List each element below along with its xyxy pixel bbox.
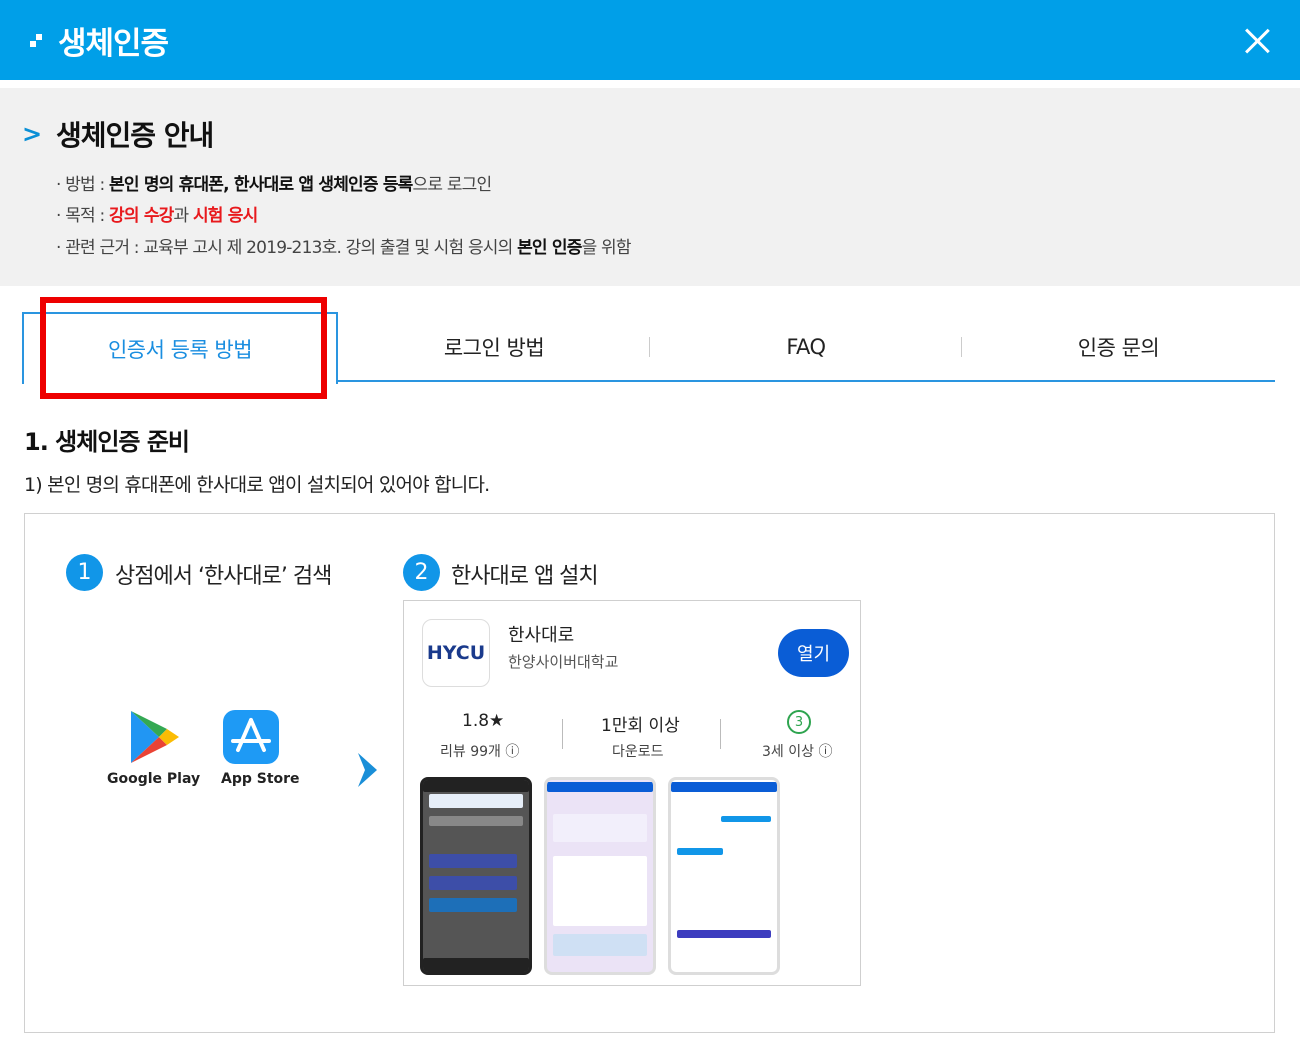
basis-suffix: 을 위함 (581, 238, 632, 258)
app-logo: HYCU (422, 619, 490, 687)
app-developer: 한양사이버대학교 (508, 653, 619, 671)
title-marker-icon (30, 34, 44, 48)
purpose-lecture: 강의 수강 (109, 206, 174, 226)
method-bold: 본인 명의 휴대폰, 한사대로 앱 생체인증 등록 (109, 175, 413, 195)
purpose-mid: 과 (173, 206, 193, 226)
basis-bold: 본인 인증 (517, 238, 582, 258)
guide-method: · 방법 : 본인 명의 휴대폰, 한사대로 앱 생체인증 등록으로 로그인 (56, 170, 493, 195)
section-title: 1. 생체인증 준비 (24, 428, 190, 456)
tab-faq[interactable]: FAQ (650, 312, 962, 382)
step-2-text: 한사대로 앱 설치 (451, 564, 599, 589)
open-button[interactable]: 열기 (778, 629, 849, 677)
app-store-card: HYCU 한사대로 한양사이버대학교 열기 1.8★ 리뷰 99개 ⓘ 1만회 … (403, 600, 861, 986)
google-play-label: Google Play (107, 771, 201, 787)
guide-purpose: · 목적 : 강의 수강과 시험 응시 (56, 201, 258, 226)
highlight-box (40, 297, 327, 399)
app-downloads: 1만회 이상 (601, 716, 680, 736)
modal-title: 생체인증 (58, 26, 169, 62)
chevron-right-icon: > (22, 120, 43, 148)
step-1-badge: 1 (66, 554, 103, 591)
guide-title: 생체인증 안내 (56, 119, 214, 152)
app-reviews: 리뷰 99개 ⓘ (440, 744, 520, 760)
guide-box: > 생체인증 안내 · 방법 : 본인 명의 휴대폰, 한사대로 앱 생체인증 … (0, 88, 1300, 286)
arrow-right-icon (358, 753, 377, 787)
stat-divider (562, 719, 563, 749)
section-subtitle: 1) 본인 명의 휴대폰에 한사대로 앱이 설치되어 있어야 합니다. (24, 474, 490, 496)
app-store-label: App Store (221, 771, 300, 787)
close-icon[interactable] (1244, 28, 1270, 54)
tab-inquiry[interactable]: 인증 문의 (962, 312, 1275, 382)
step-2-badge: 2 (403, 554, 440, 591)
app-rating: 1.8★ (462, 711, 505, 731)
method-prefix: · 방법 : (56, 175, 110, 195)
guide-basis: · 관련 근거 : 교육부 고시 제 2019-213호. 강의 출결 및 시험… (56, 233, 631, 258)
purpose-exam: 시험 응시 (192, 206, 258, 226)
app-screenshot (544, 777, 656, 975)
app-store-icon (223, 710, 279, 764)
age-rating-icon: 3 (787, 710, 811, 734)
install-guide-panel: 1 상점에서 ‘한사대로’ 검색 2 한사대로 앱 설치 Google Play… (24, 513, 1275, 1033)
stat-divider (720, 719, 721, 749)
modal-header: 생체인증 (0, 0, 1300, 80)
method-suffix: 으로 로그인 (412, 175, 493, 195)
basis-prefix: · 관련 근거 : 교육부 고시 제 2019-213호. 강의 출결 및 시험… (56, 238, 518, 258)
purpose-prefix: · 목적 : (56, 206, 110, 226)
app-age: 3세 이상 ⓘ (762, 744, 833, 760)
app-screenshot (668, 777, 780, 975)
google-play-icon (131, 711, 179, 763)
app-screenshot (420, 777, 532, 975)
step-1-text: 상점에서 ‘한사대로’ 검색 (115, 564, 332, 589)
app-downloads-label: 다운로드 (612, 744, 664, 760)
tab-login-method[interactable]: 로그인 방법 (338, 312, 650, 382)
app-name: 한사대로 (508, 625, 575, 646)
